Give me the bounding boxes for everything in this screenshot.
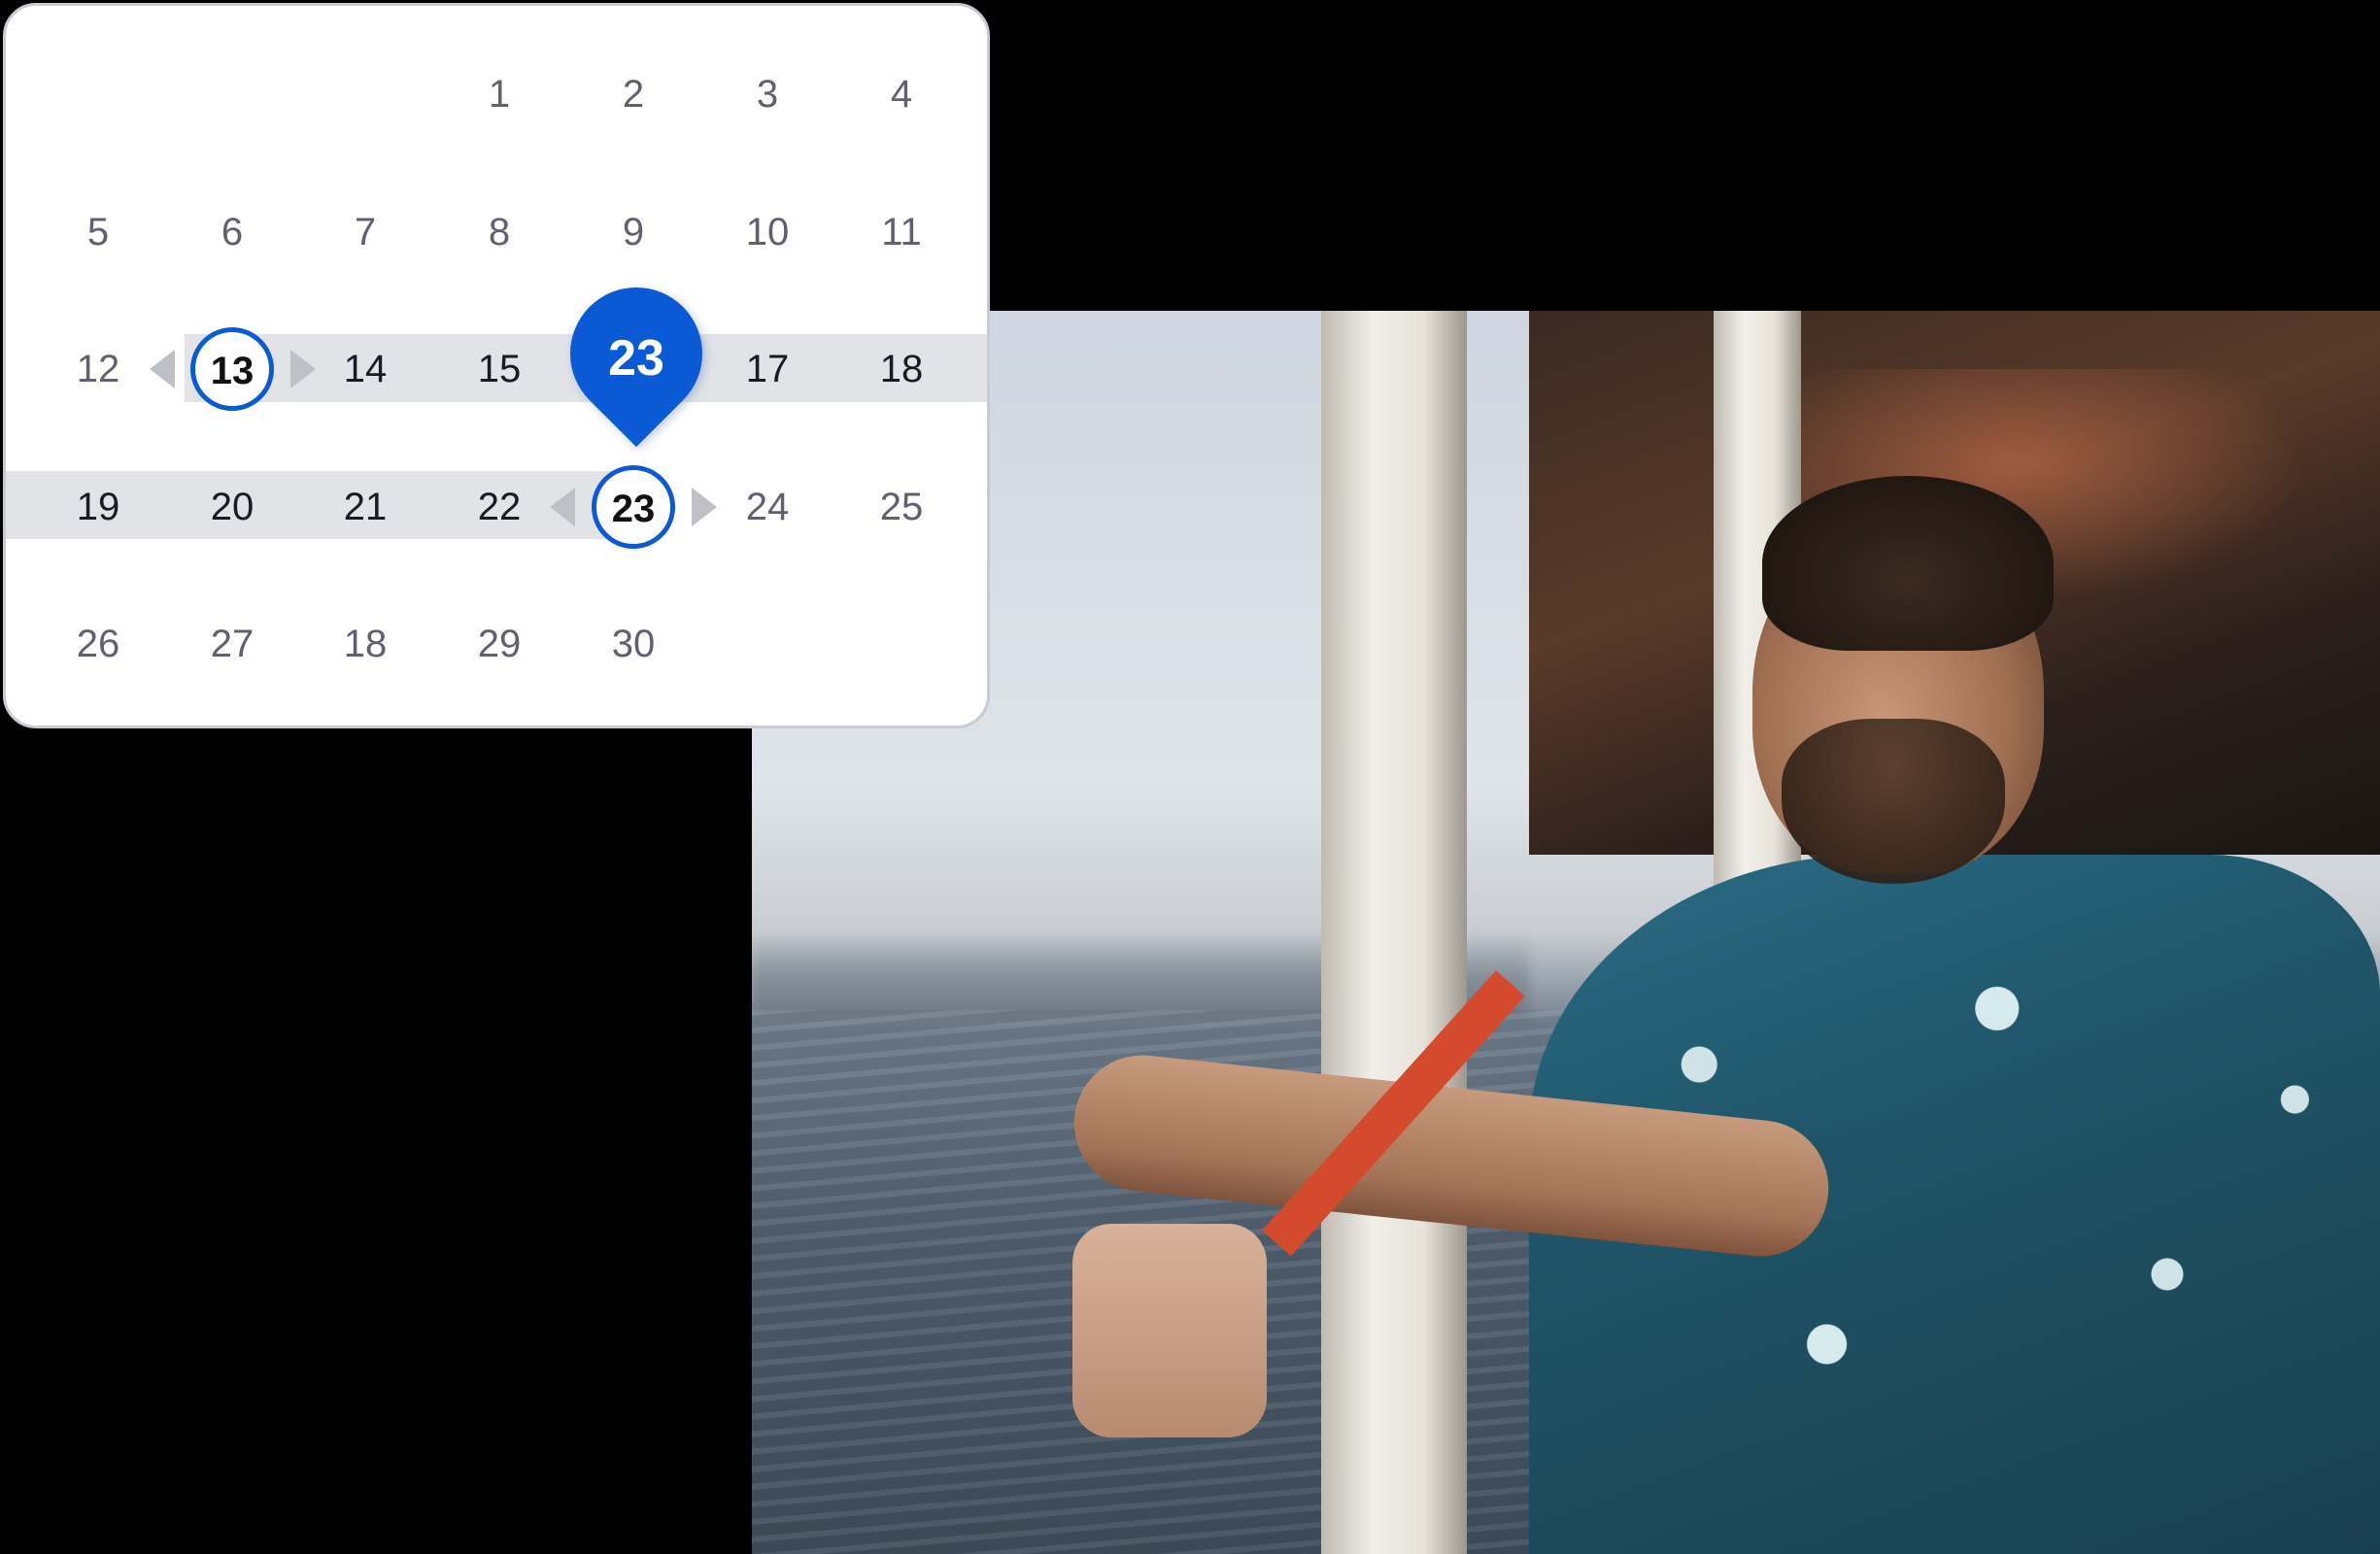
date-range-calendar: 1 2 3 4 5 6 7 8 9 10 11 12 13 14 15 17 1… [3, 3, 990, 728]
photo-pillar-front [1321, 311, 1467, 1554]
day-28[interactable]: 18 [312, 615, 419, 673]
photo-person-hand [1072, 1224, 1267, 1437]
day-1[interactable]: 1 [446, 65, 553, 123]
day-3[interactable]: 3 [714, 65, 821, 123]
day-11[interactable]: 11 [848, 203, 955, 261]
day-15[interactable]: 15 [446, 340, 553, 398]
day-24[interactable]: 24 [714, 478, 821, 536]
photo-person-hair [1762, 476, 2054, 651]
day-8[interactable]: 8 [446, 203, 553, 261]
range-start-chevron-left-icon[interactable] [150, 350, 175, 388]
day-18[interactable]: 18 [848, 340, 955, 398]
day-17[interactable]: 17 [714, 340, 821, 398]
range-end-day[interactable]: 23 [592, 465, 675, 549]
day-7[interactable]: 7 [312, 203, 419, 261]
day-29[interactable]: 29 [446, 615, 553, 673]
day-30[interactable]: 30 [580, 615, 687, 673]
day-14[interactable]: 14 [312, 340, 419, 398]
day-25[interactable]: 25 [848, 478, 955, 536]
day-6[interactable]: 6 [179, 203, 286, 261]
day-21[interactable]: 21 [312, 478, 419, 536]
day-10[interactable]: 10 [714, 203, 821, 261]
day-9[interactable]: 9 [580, 203, 687, 261]
photo-person-beard [1782, 719, 2005, 884]
day-26[interactable]: 26 [45, 615, 152, 673]
day-5[interactable]: 5 [45, 203, 152, 261]
range-end-chevron-left-icon[interactable] [550, 488, 575, 526]
day-4[interactable]: 4 [848, 65, 955, 123]
day-22[interactable]: 22 [446, 478, 553, 536]
range-start-day[interactable]: 13 [190, 327, 274, 411]
date-pin-label: 23 [608, 330, 664, 387]
day-20[interactable]: 20 [179, 478, 286, 536]
day-19[interactable]: 19 [45, 478, 152, 536]
day-27[interactable]: 27 [179, 615, 286, 673]
hero-photo [752, 311, 2380, 1554]
day-12[interactable]: 12 [45, 340, 152, 398]
day-2[interactable]: 2 [580, 65, 687, 123]
